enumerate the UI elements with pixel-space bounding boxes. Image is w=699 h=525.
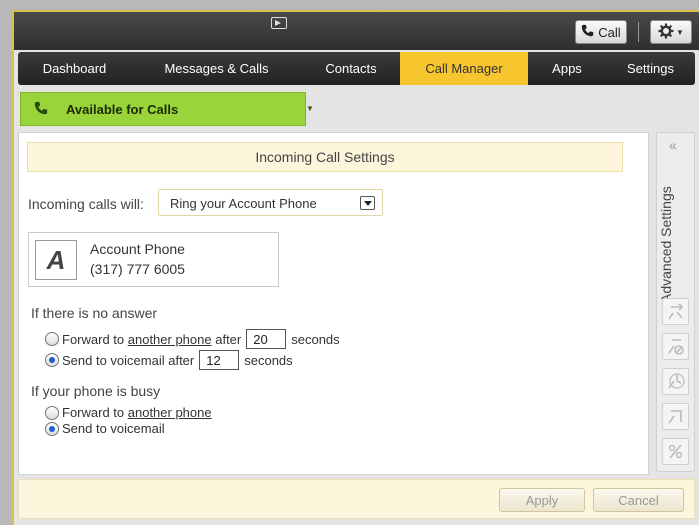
call-button-label: Call [598, 24, 621, 40]
another-phone-link[interactable]: another phone [128, 405, 212, 420]
availability-label: Available for Calls [66, 102, 179, 117]
another-phone-link[interactable]: another phone [128, 332, 212, 347]
main-tabs: Dashboard Messages & Calls Contacts Call… [18, 52, 695, 85]
settings-menu-button[interactable]: ▼ [650, 20, 692, 44]
incoming-calls-value: Ring your Account Phone [170, 196, 317, 211]
account-phone-card: A Account Phone (317) 777 6005 [28, 232, 279, 287]
phone-check-icon[interactable] [662, 403, 689, 430]
advanced-settings-title: Advanced Settings [658, 186, 674, 303]
section-title: Incoming Call Settings [27, 142, 623, 172]
tab-apps[interactable]: Apps [528, 52, 606, 85]
seconds-label: seconds [291, 331, 340, 347]
tab-contacts[interactable]: Contacts [302, 52, 400, 85]
tab-dashboard[interactable]: Dashboard [18, 52, 131, 85]
busy-forward-option[interactable]: Forward to another phone [45, 405, 212, 420]
busy-forward-radio[interactable] [45, 405, 59, 420]
forward-seconds-input[interactable] [246, 329, 287, 349]
account-number: (317) 777 6005 [90, 261, 185, 277]
account-name: Account Phone [90, 241, 185, 257]
phone-icon [34, 101, 48, 118]
no-answer-voicemail-radio[interactable] [45, 353, 59, 367]
chevron-down-icon: ▼ [676, 27, 684, 37]
tab-messages-calls[interactable]: Messages & Calls [131, 52, 302, 85]
availability-dropdown[interactable]: Available for Calls ▼ [20, 92, 314, 126]
forward-after-text: after [211, 331, 242, 347]
apply-button[interactable]: Apply [499, 488, 585, 512]
no-answer-forward-option[interactable]: Forward to another phone after seconds [45, 329, 340, 349]
phone-percent-icon[interactable] [662, 438, 689, 465]
busy-voicemail-radio[interactable] [45, 421, 59, 436]
voicemail-after-text: Send to voicemail after [62, 352, 195, 368]
toolbar-divider [638, 22, 639, 42]
collapse-icon[interactable]: « [669, 137, 677, 153]
call-button[interactable]: Call [575, 20, 627, 44]
phone-block-icon[interactable] [662, 333, 689, 360]
chevron-down-icon: ▼ [306, 104, 314, 113]
no-answer-heading: If there is no answer [31, 305, 158, 321]
forward-prefix-text: Forward to [62, 331, 128, 347]
gear-icon [658, 23, 674, 42]
forward-prefix-text: Forward to [62, 405, 128, 420]
send-voicemail-text: Send to voicemail [62, 421, 165, 436]
no-answer-voicemail-option[interactable]: Send to voicemail after seconds [45, 350, 293, 370]
incoming-calls-select[interactable]: Ring your Account Phone [158, 189, 383, 216]
no-answer-forward-radio[interactable] [45, 332, 59, 346]
voicemail-seconds-input[interactable] [199, 350, 240, 370]
incoming-calls-label: Incoming calls will: [28, 196, 144, 212]
seconds-label: seconds [244, 352, 293, 368]
phone-icon [581, 24, 594, 40]
chevron-down-icon[interactable] [360, 196, 375, 210]
busy-heading: If your phone is busy [31, 383, 161, 399]
tab-settings[interactable]: Settings [606, 52, 695, 85]
phone-schedule-icon[interactable] [662, 368, 689, 395]
cancel-button[interactable]: Cancel [593, 488, 684, 512]
busy-voicemail-option[interactable]: Send to voicemail [45, 421, 165, 436]
phone-forward-icon[interactable] [662, 298, 689, 325]
tab-call-manager[interactable]: Call Manager [400, 52, 528, 85]
video-camera-icon[interactable] [271, 17, 287, 29]
account-avatar: A [35, 240, 77, 280]
